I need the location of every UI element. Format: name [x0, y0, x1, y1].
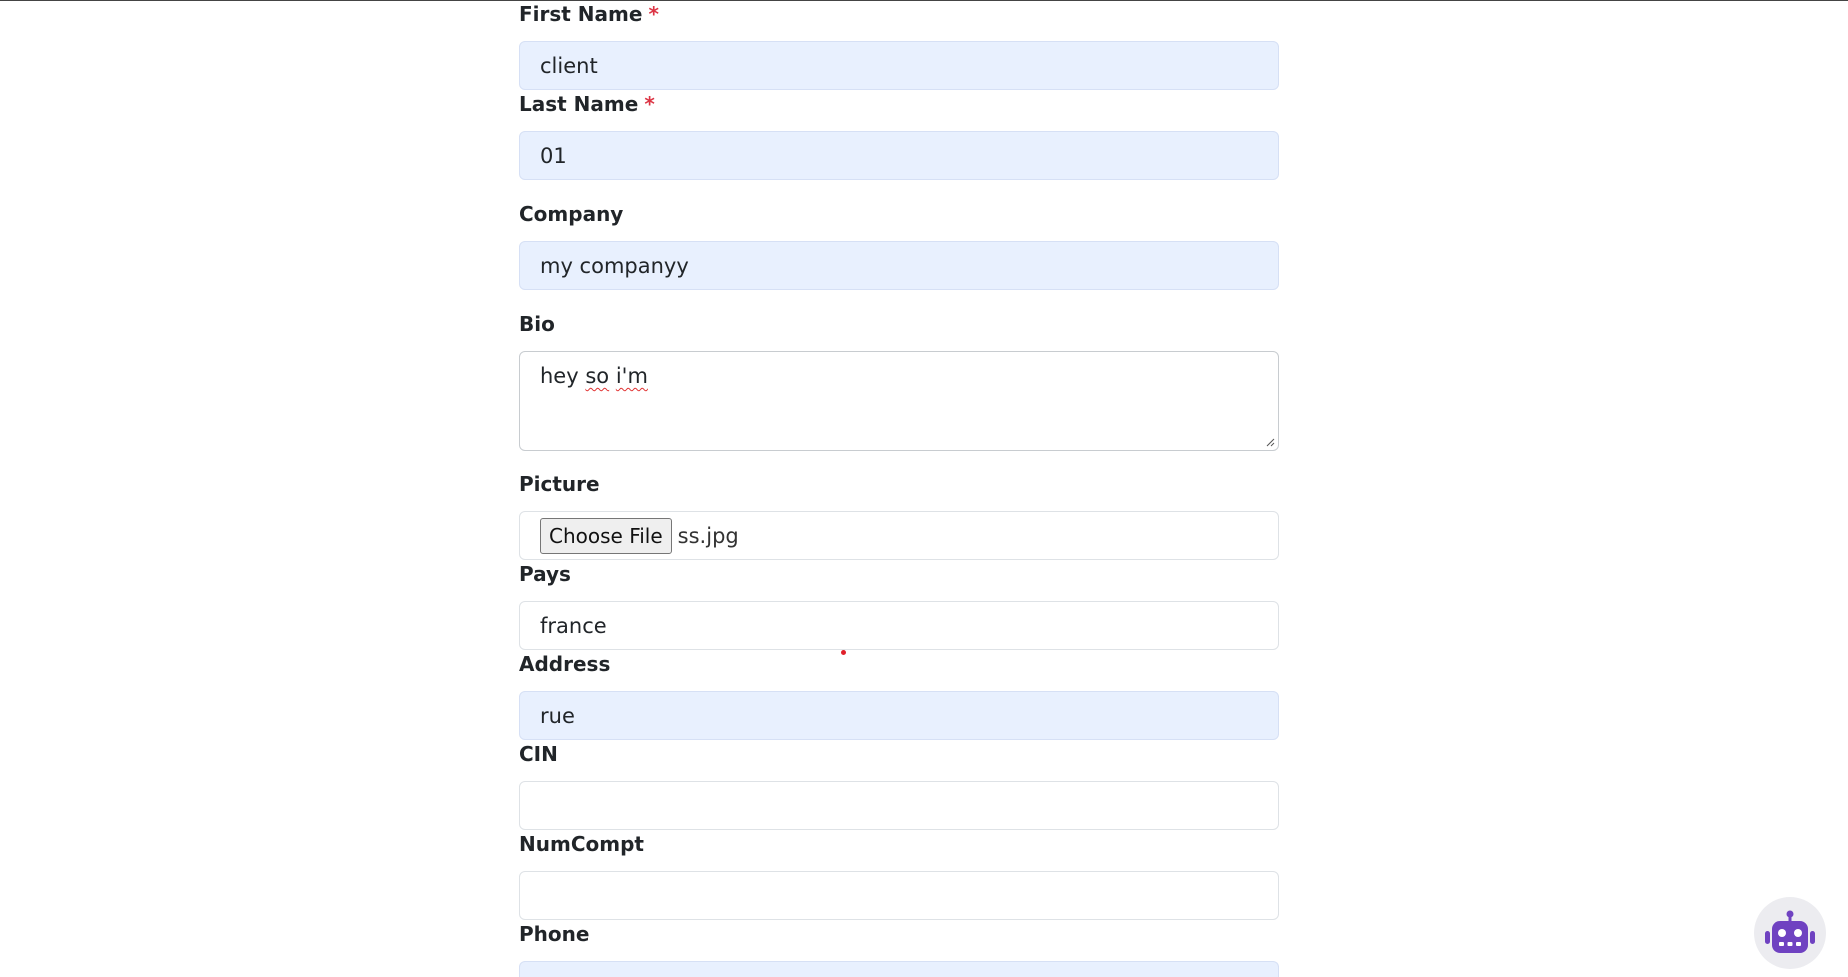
bio-word-misspelled: i'm	[615, 364, 648, 388]
required-asterisk: *	[648, 2, 659, 26]
last-name-label: Last Name *	[519, 92, 655, 116]
company-input[interactable]	[519, 241, 1279, 290]
phone-label: Phone	[519, 922, 590, 946]
bio-label: Bio	[519, 312, 555, 336]
choose-file-button[interactable]: Choose File	[540, 517, 672, 554]
pays-input[interactable]	[519, 601, 1279, 650]
top-border	[0, 0, 1848, 1]
chatbot-button[interactable]	[1754, 897, 1826, 969]
resize-grip-icon[interactable]	[1265, 437, 1275, 447]
cin-input[interactable]	[519, 781, 1279, 830]
cursor-dot	[841, 650, 846, 655]
first-name-label: First Name *	[519, 2, 659, 26]
picture-label: Picture	[519, 472, 600, 496]
bio-word: hey	[540, 364, 579, 388]
address-label: Address	[519, 652, 611, 676]
numcompt-input[interactable]	[519, 871, 1279, 920]
numcompt-label: NumCompt	[519, 832, 644, 856]
first-name-input[interactable]	[519, 41, 1279, 90]
company-label: Company	[519, 202, 624, 226]
phone-input[interactable]	[519, 961, 1279, 977]
bio-text: hey so i'm	[540, 364, 648, 388]
picture-file-input: Choose File ss.jpg	[519, 511, 1279, 560]
bio-word-misspelled: so	[585, 364, 610, 388]
last-name-input[interactable]	[519, 131, 1279, 180]
last-name-label-text: Last Name	[519, 92, 639, 116]
bio-textarea[interactable]: hey so i'm	[519, 351, 1279, 451]
file-name: ss.jpg	[677, 523, 739, 548]
address-input[interactable]	[519, 691, 1279, 740]
required-asterisk: *	[644, 92, 655, 116]
pays-label: Pays	[519, 562, 571, 586]
first-name-label-text: First Name	[519, 2, 643, 26]
robot-icon	[1765, 910, 1815, 953]
cin-label: CIN	[519, 742, 558, 766]
